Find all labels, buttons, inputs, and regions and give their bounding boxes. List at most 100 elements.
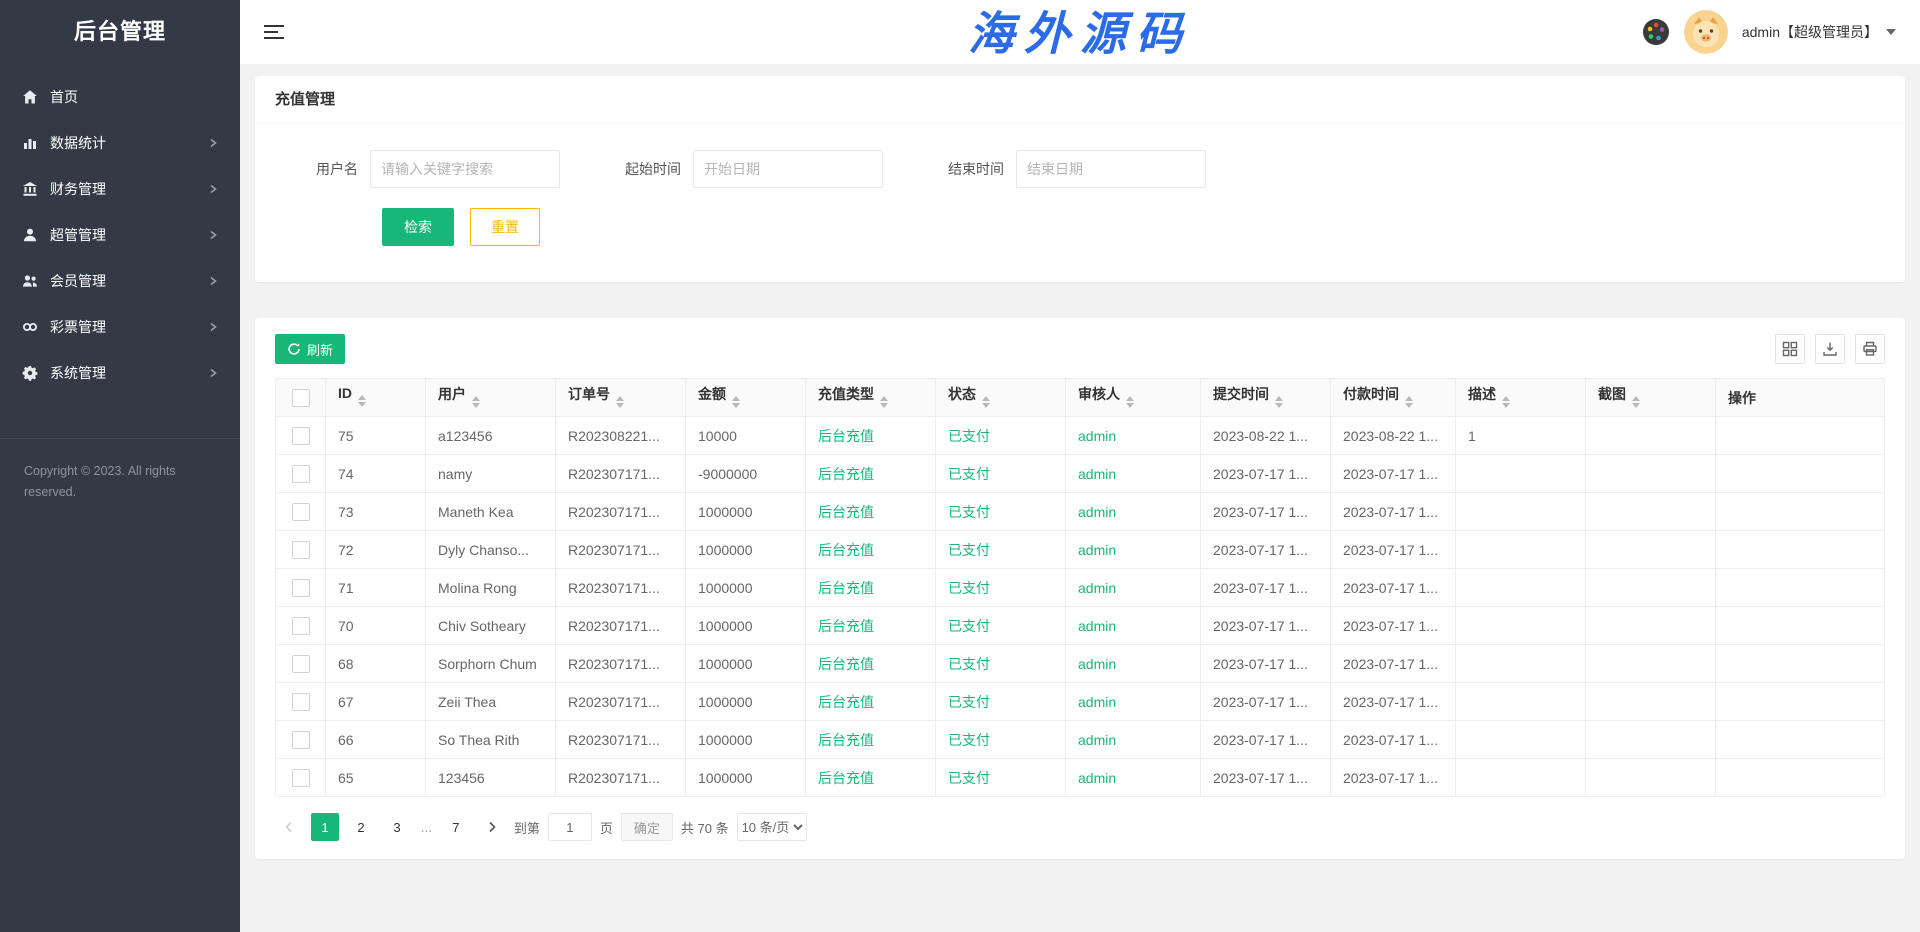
cell-order: R202307171... [556, 531, 686, 569]
col-auditor[interactable]: 审核人 [1066, 379, 1201, 417]
sort-icon[interactable] [880, 392, 888, 412]
sort-icon[interactable] [1126, 392, 1134, 412]
cell-order: R202307171... [556, 455, 686, 493]
sidebar-item-lottery[interactable]: 彩票管理 [0, 304, 240, 350]
sidebar-item-members[interactable]: 会员管理 [0, 258, 240, 304]
sidebar-item-finance[interactable]: 财务管理 [0, 166, 240, 212]
end-date-input[interactable] [1016, 150, 1206, 188]
sort-icon[interactable] [732, 392, 740, 412]
cell-action [1716, 759, 1885, 797]
select-all-checkbox[interactable] [292, 389, 310, 407]
copyright-text: Copyright © 2023. All rights reserved. [0, 438, 240, 526]
sidebar-item-statistics[interactable]: 数据统计 [0, 120, 240, 166]
topbar-right: admin【超级管理员】 [1642, 10, 1920, 54]
cell-type: 后台充值 [806, 455, 936, 493]
filter-columns-icon[interactable] [1775, 334, 1805, 364]
cell-auditor: admin [1066, 569, 1201, 607]
cell-checkbox [276, 531, 326, 569]
col-type[interactable]: 充值类型 [806, 379, 936, 417]
cell-id: 65 [326, 759, 426, 797]
cell-status: 已支付 [936, 417, 1066, 455]
table-body: 75 a123456 R202308221... 10000 后台充值 已支付 … [276, 417, 1885, 797]
print-icon[interactable] [1855, 334, 1885, 364]
cell-submit-time: 2023-07-17 1... [1201, 607, 1331, 645]
recharge-table: ID 用户 订单号 金额 充值类型 状态 审核人 提交时间 付款时间 描述 截图 [275, 378, 1885, 797]
pagination-page-2[interactable]: 2 [347, 813, 375, 841]
row-checkbox[interactable] [292, 541, 310, 559]
sidebar-menu: 首页 数据统计 财务管理 [0, 74, 240, 396]
sort-icon[interactable] [472, 392, 480, 412]
user-menu[interactable]: admin【超级管理员】 [1742, 22, 1896, 42]
table-row: 72 Dyly Chanso... R202307171... 1000000 … [276, 531, 1885, 569]
sort-icon[interactable] [358, 391, 366, 411]
cell-submit-time: 2023-07-17 1... [1201, 493, 1331, 531]
row-checkbox[interactable] [292, 427, 310, 445]
theme-palette-icon[interactable] [1642, 18, 1670, 46]
row-checkbox[interactable] [292, 655, 310, 673]
cell-pay-time: 2023-08-22 1... [1331, 417, 1456, 455]
pagination-page-7[interactable]: 7 [442, 813, 470, 841]
sort-icon[interactable] [1405, 392, 1413, 412]
sidebar-item-home[interactable]: 首页 [0, 74, 240, 120]
row-checkbox[interactable] [292, 693, 310, 711]
col-pay-time[interactable]: 付款时间 [1331, 379, 1456, 417]
cell-checkbox [276, 493, 326, 531]
sidebar-item-system[interactable]: 系统管理 [0, 350, 240, 396]
col-status[interactable]: 状态 [936, 379, 1066, 417]
cell-order: R202307171... [556, 569, 686, 607]
export-icon[interactable] [1815, 334, 1845, 364]
menu-toggle-button[interactable] [260, 18, 288, 46]
pagination-prev-icon[interactable] [275, 813, 303, 841]
page-title: 充值管理 [255, 76, 1905, 124]
cell-action [1716, 493, 1885, 531]
cell-amount: 1000000 [686, 645, 806, 683]
reset-button[interactable]: 重置 [470, 208, 540, 246]
cell-user: Chiv Sotheary [426, 607, 556, 645]
row-checkbox[interactable] [292, 769, 310, 787]
col-submit-time[interactable]: 提交时间 [1201, 379, 1331, 417]
sort-icon[interactable] [982, 392, 990, 412]
goto-confirm-button[interactable]: 确定 [621, 813, 673, 841]
col-amount[interactable]: 金额 [686, 379, 806, 417]
cell-status: 已支付 [936, 531, 1066, 569]
refresh-button[interactable]: 刷新 [275, 334, 345, 364]
gear-icon [22, 365, 38, 381]
sort-icon[interactable] [1502, 392, 1510, 412]
page-size-select[interactable]: 10 条/页 [737, 813, 807, 841]
col-user[interactable]: 用户 [426, 379, 556, 417]
start-date-input[interactable] [693, 150, 883, 188]
cell-order: R202307171... [556, 759, 686, 797]
cell-desc [1456, 759, 1586, 797]
cell-id: 67 [326, 683, 426, 721]
goto-page-input[interactable] [548, 813, 592, 841]
row-checkbox[interactable] [292, 465, 310, 483]
pagination: 1 2 3 ... 7 到第 页 确定 共 70 条 [275, 813, 1885, 841]
sort-icon[interactable] [616, 392, 624, 412]
sidebar-item-superadmin[interactable]: 超管管理 [0, 212, 240, 258]
avatar[interactable] [1684, 10, 1728, 54]
col-id[interactable]: ID [326, 379, 426, 417]
chevron-right-icon [208, 230, 218, 240]
row-checkbox[interactable] [292, 731, 310, 749]
sidebar-item-label: 财务管理 [50, 179, 106, 199]
row-checkbox[interactable] [292, 503, 310, 521]
row-checkbox[interactable] [292, 617, 310, 635]
cell-status: 已支付 [936, 607, 1066, 645]
pagination-page-3[interactable]: 3 [383, 813, 411, 841]
cell-screenshot [1586, 455, 1716, 493]
username-label: 用户名 [275, 159, 370, 179]
sort-icon[interactable] [1275, 392, 1283, 412]
col-order[interactable]: 订单号 [556, 379, 686, 417]
sort-icon[interactable] [1632, 392, 1640, 412]
cell-user: Molina Rong [426, 569, 556, 607]
cell-amount: 1000000 [686, 759, 806, 797]
col-desc[interactable]: 描述 [1456, 379, 1586, 417]
col-screenshot[interactable]: 截图 [1586, 379, 1716, 417]
pagination-next-icon[interactable] [478, 813, 506, 841]
search-button[interactable]: 检索 [382, 208, 454, 246]
username-input[interactable] [370, 150, 560, 188]
start-time-label: 起始时间 [598, 159, 693, 179]
row-checkbox[interactable] [292, 579, 310, 597]
pagination-page-1[interactable]: 1 [311, 813, 339, 841]
cell-auditor: admin [1066, 607, 1201, 645]
